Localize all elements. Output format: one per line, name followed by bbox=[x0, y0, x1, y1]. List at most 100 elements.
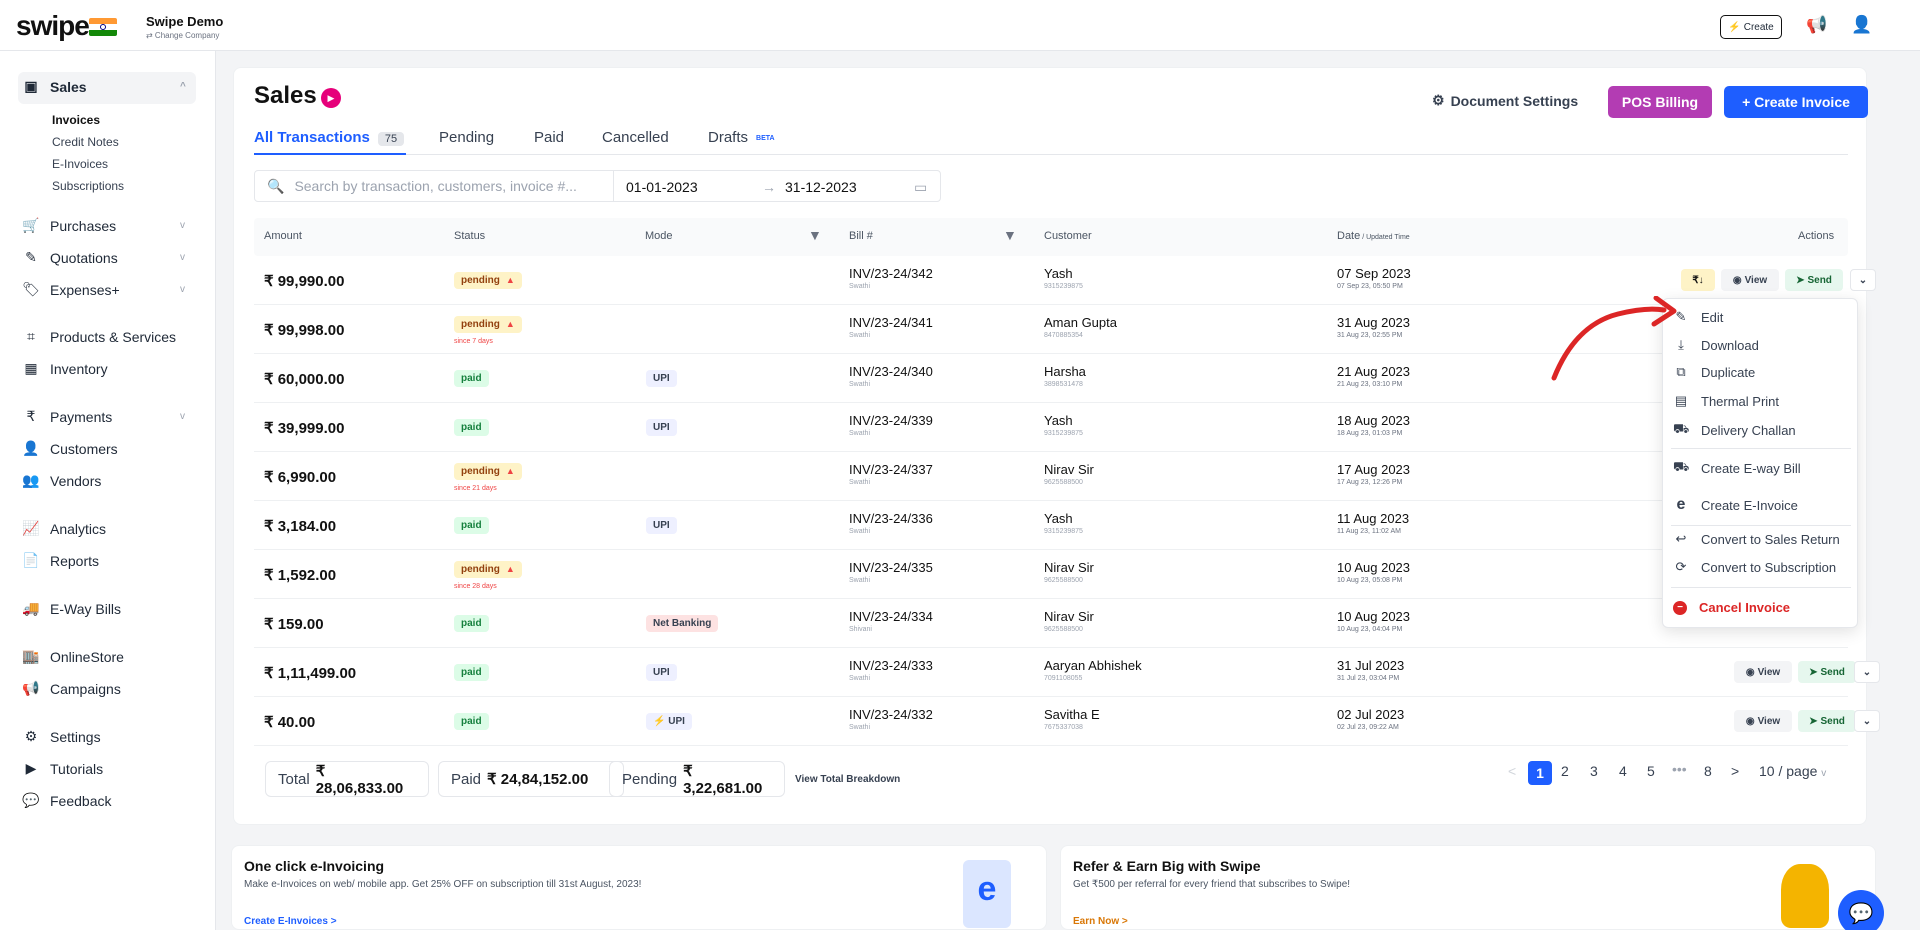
page-8[interactable]: 8 bbox=[1704, 763, 1712, 779]
more-actions-button[interactable]: ⌄ bbox=[1850, 269, 1876, 291]
tab-drafts[interactable]: Drafts BETA bbox=[708, 129, 775, 146]
sidebar-item-inventory[interactable]: ▦ Inventory bbox=[22, 360, 107, 377]
column-amount[interactable]: Amount bbox=[264, 230, 302, 242]
customer-name[interactable]: Yash bbox=[1044, 413, 1073, 428]
customer-name[interactable]: Yash bbox=[1044, 511, 1073, 526]
bill-number[interactable]: INV/23-24/335 bbox=[849, 560, 933, 575]
column-bill[interactable]: Bill # bbox=[849, 230, 873, 242]
sidebar-item-tutorials[interactable]: ▶ Tutorials bbox=[22, 760, 104, 777]
sidebar-item-purchases[interactable]: 🛒 Purchases v bbox=[22, 217, 185, 234]
page-size-select[interactable]: 10 / page v bbox=[1759, 763, 1826, 779]
sidebar-sub-subscriptions[interactable]: Subscriptions bbox=[52, 179, 124, 193]
table-row[interactable]: ₹ 39,999.00 paid UPI INV/23-24/339 Swathi Yas… bbox=[254, 403, 1848, 452]
menu-item-convert-sales-return[interactable]: ↩ Convert to Sales Return bbox=[1673, 531, 1840, 547]
view-button[interactable]: ◉ View bbox=[1721, 269, 1779, 291]
sidebar-item-quotations[interactable]: ✎ Quotations v bbox=[22, 249, 185, 266]
change-company-link[interactable]: ⇄ Change Company bbox=[146, 31, 223, 40]
bill-number[interactable]: INV/23-24/336 bbox=[849, 511, 933, 526]
create-einvoices-link[interactable]: Create E-Invoices > bbox=[244, 916, 337, 927]
menu-item-cancel-invoice[interactable]: − Cancel Invoice bbox=[1673, 600, 1790, 615]
page-1[interactable]: 1 bbox=[1528, 761, 1552, 785]
customer-name[interactable]: Harsha bbox=[1044, 364, 1086, 379]
page-5[interactable]: 5 bbox=[1647, 763, 1655, 779]
chat-support-icon[interactable]: 💬 bbox=[1838, 890, 1884, 930]
sidebar-item-campaigns[interactable]: 📢 Campaigns bbox=[22, 680, 121, 697]
tab-cancelled[interactable]: Cancelled bbox=[602, 129, 669, 146]
sidebar-item-reports[interactable]: 📄 Reports bbox=[22, 552, 99, 569]
sidebar-item-settings[interactable]: ⚙ Settings bbox=[22, 728, 101, 745]
bill-number[interactable]: INV/23-24/342 bbox=[849, 266, 933, 281]
bill-number[interactable]: INV/23-24/334 bbox=[849, 609, 933, 624]
chevron-down-icon[interactable]: v bbox=[180, 411, 185, 422]
chevron-down-icon[interactable]: v bbox=[180, 220, 185, 231]
customer-name[interactable]: Aaryan Abhishek bbox=[1044, 658, 1142, 673]
sidebar-item-eway-bills[interactable]: 🚚 E-Way Bills bbox=[22, 600, 121, 617]
bill-number[interactable]: INV/23-24/339 bbox=[849, 413, 933, 428]
sidebar-sub-credit-notes[interactable]: Credit Notes bbox=[52, 135, 119, 149]
chevron-up-icon[interactable]: ^ bbox=[180, 81, 186, 92]
sidebar-item-customers[interactable]: 👤 Customers bbox=[22, 440, 117, 457]
column-customer[interactable]: Customer bbox=[1044, 230, 1092, 242]
view-button[interactable]: ◉ View bbox=[1734, 710, 1792, 732]
sidebar-item-analytics[interactable]: 📈 Analytics bbox=[22, 520, 106, 537]
tab-paid[interactable]: Paid bbox=[534, 129, 564, 146]
chevron-down-icon[interactable]: v bbox=[180, 252, 185, 263]
menu-item-edit[interactable]: ✎ Edit bbox=[1673, 309, 1724, 325]
bill-number[interactable]: INV/23-24/332 bbox=[849, 707, 933, 722]
table-row[interactable]: ₹ 6,990.00 pending ▲ since 21 days INV/23-24… bbox=[254, 452, 1848, 501]
table-row[interactable]: ₹ 1,11,499.00 paid UPI INV/23-24/333 Swathi A… bbox=[254, 648, 1880, 697]
sidebar-item-vendors[interactable]: 👥 Vendors bbox=[22, 472, 101, 489]
date-range-picker[interactable]: 01-01-2023 → 31-12-2023 ▭ bbox=[613, 170, 941, 202]
bill-number[interactable]: INV/23-24/333 bbox=[849, 658, 933, 673]
customer-name[interactable]: Savitha E bbox=[1044, 707, 1100, 722]
table-row[interactable]: ₹ 1,592.00 pending ▲ since 28 days INV/23-24… bbox=[254, 550, 1848, 599]
record-payment-button[interactable]: ₹↓ bbox=[1681, 269, 1715, 291]
customer-name[interactable]: Nirav Sir bbox=[1044, 609, 1094, 624]
date-from[interactable]: 01-01-2023 bbox=[626, 179, 698, 195]
customer-name[interactable]: Yash bbox=[1044, 266, 1073, 281]
menu-item-delivery-challan[interactable]: ⛟ Delivery Challan bbox=[1673, 421, 1796, 439]
menu-item-create-eway-bill[interactable]: ⛟ Create E-way Bill bbox=[1673, 459, 1801, 477]
page-4[interactable]: 4 bbox=[1619, 763, 1627, 779]
sidebar-item-onlinestore[interactable]: 🏬 OnlineStore bbox=[22, 648, 124, 665]
menu-item-duplicate[interactable]: ⧉ Duplicate bbox=[1673, 364, 1755, 380]
sidebar-item-products[interactable]: ⌗ Products & Services bbox=[22, 328, 176, 345]
filter-icon[interactable]: ▼ bbox=[808, 227, 822, 243]
send-button[interactable]: ➤ Send bbox=[1798, 661, 1856, 683]
page-2[interactable]: 2 bbox=[1561, 763, 1569, 779]
view-breakdown-link[interactable]: View Total Breakdown bbox=[795, 774, 900, 785]
menu-item-thermal-print[interactable]: ▤ Thermal Print bbox=[1673, 393, 1779, 409]
company-switcher[interactable]: Swipe Demo ⇄ Change Company bbox=[146, 14, 223, 40]
swipe-logo[interactable]: swipe bbox=[16, 10, 90, 42]
view-button[interactable]: ◉ View bbox=[1734, 661, 1792, 683]
customer-name[interactable]: Nirav Sir bbox=[1044, 462, 1094, 477]
quick-create-button[interactable]: ⚡ Create bbox=[1720, 15, 1782, 39]
page-3[interactable]: 3 bbox=[1590, 763, 1598, 779]
column-status[interactable]: Status bbox=[454, 230, 485, 242]
bill-number[interactable]: INV/23-24/340 bbox=[849, 364, 933, 379]
page-ellipsis[interactable]: ••• bbox=[1672, 761, 1687, 777]
column-date[interactable]: Date / Updated Time bbox=[1337, 230, 1410, 242]
more-actions-button[interactable]: ⌄ bbox=[1854, 661, 1880, 683]
prev-page-icon[interactable]: < bbox=[1508, 763, 1516, 779]
table-row[interactable]: ₹ 40.00 paid ⚡ UPI INV/23-24/332 Swathi Savit… bbox=[254, 697, 1880, 746]
customer-name[interactable]: Aman Gupta bbox=[1044, 315, 1117, 330]
customer-name[interactable]: Nirav Sir bbox=[1044, 560, 1094, 575]
table-row[interactable]: ₹ 159.00 paid Net Banking INV/23-24/334 Shiv… bbox=[254, 599, 1848, 648]
bill-number[interactable]: INV/23-24/337 bbox=[849, 462, 933, 477]
sidebar-item-payments[interactable]: ₹ Payments v bbox=[22, 408, 185, 425]
bill-number[interactable]: INV/23-24/341 bbox=[849, 315, 933, 330]
sidebar-sub-invoices[interactable]: Invoices bbox=[52, 113, 100, 127]
next-page-icon[interactable]: > bbox=[1731, 763, 1739, 779]
document-settings-button[interactable]: ⚙ Document Settings bbox=[1432, 92, 1578, 109]
send-button[interactable]: ➤ Send bbox=[1798, 710, 1856, 732]
send-button[interactable]: ➤ Send bbox=[1785, 269, 1843, 291]
sidebar-item-sales[interactable]: ▣ Sales ^ bbox=[22, 78, 185, 95]
user-icon[interactable]: 👤 bbox=[1851, 14, 1873, 36]
sidebar-sub-e-invoices[interactable]: E-Invoices bbox=[52, 157, 108, 171]
menu-item-create-einvoice[interactable]: e Create E-Invoice bbox=[1673, 496, 1798, 514]
sidebar-item-expenses[interactable]: 🏷 Expenses+ v bbox=[22, 281, 185, 298]
filter-icon[interactable]: ▼ bbox=[1003, 227, 1017, 243]
search-field[interactable]: 🔍 Search by transaction, customers, invoi… bbox=[254, 170, 614, 202]
more-actions-button[interactable]: ⌄ bbox=[1854, 710, 1880, 732]
